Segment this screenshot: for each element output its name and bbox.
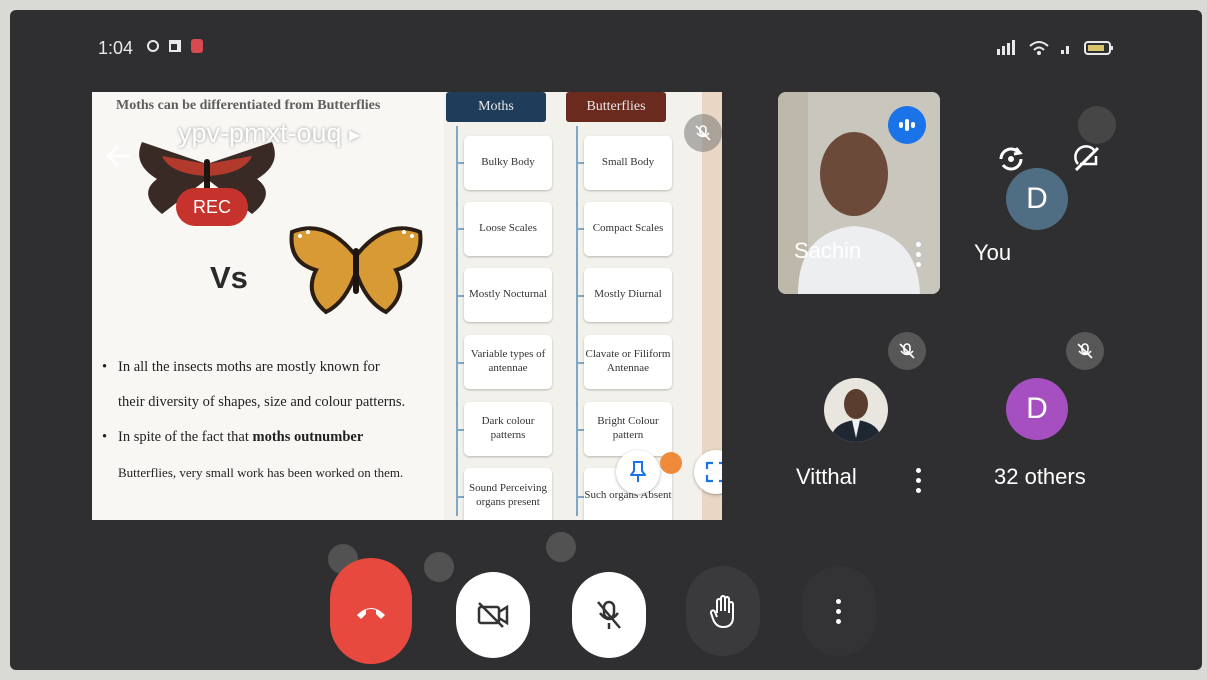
pin-icon <box>630 461 646 482</box>
app-notification-icon <box>191 39 203 53</box>
moths-cell-5: Dark colour patterns <box>464 402 552 456</box>
moths-cell-3: Mostly Nocturnal <box>464 268 552 322</box>
more-vert-icon <box>836 598 842 624</box>
hand-icon <box>709 595 734 629</box>
participant-tile-you[interactable]: D You <box>960 92 1130 294</box>
end-call-button[interactable] <box>330 558 412 664</box>
sync-icon <box>147 40 159 52</box>
more-options-button[interactable] <box>802 566 876 656</box>
vitthal-more-options[interactable] <box>916 468 922 493</box>
moths-cell-1: Bulky Body <box>464 136 552 190</box>
you-avatar: D <box>1006 168 1068 230</box>
sachin-more-options[interactable] <box>916 242 922 267</box>
mic-off-icon <box>695 125 711 141</box>
switch-camera-icon[interactable] <box>994 142 1028 176</box>
status-icons-right <box>996 40 1114 56</box>
audio-level-icon <box>899 119 915 131</box>
others-muted-indicator <box>1066 332 1104 370</box>
status-time: 1:04 <box>98 38 134 58</box>
butterflies-cell-5: Bright Colour pattern <box>584 402 672 456</box>
vitthal-avatar <box>824 378 888 442</box>
presenter-muted-indicator <box>684 114 722 152</box>
participant-name-sachin: Sachin <box>794 238 862 263</box>
signal-icon <box>997 40 1015 55</box>
recording-badge: REC <box>176 188 248 226</box>
speaking-indicator <box>888 106 926 144</box>
butterflies-header: Butterflies <box>566 92 666 122</box>
butterfly-image <box>289 226 423 315</box>
vs-label: Vs <box>210 260 248 295</box>
presentation-view[interactable]: Moths can be differentiated from Butterf… <box>92 92 722 520</box>
moths-cell-6: Sound Perceiving organs present <box>464 468 552 520</box>
mic-off-icon <box>899 343 915 359</box>
participant-name-you: You <box>974 240 1012 265</box>
vitthal-muted-indicator <box>888 332 926 370</box>
pin-button[interactable] <box>616 450 660 494</box>
participant-tile-others[interactable]: D 32 others <box>960 330 1130 510</box>
bullet-2-line-1: In spite of the fact that moths outnumbe… <box>100 420 445 455</box>
butterflies-cell-4: Clavate or Filiform Antennae <box>584 335 672 389</box>
battery-icon <box>1084 41 1113 55</box>
camera-off-icon <box>477 602 509 628</box>
participant-name-vitthal: Vitthal <box>796 464 857 489</box>
status-icons-left <box>146 38 204 54</box>
hang-up-icon <box>357 608 385 619</box>
ghost-dot <box>546 532 576 562</box>
butterflies-cell-3: Mostly Diurnal <box>584 268 672 322</box>
wifi-signal-icon <box>1029 41 1049 55</box>
slide-left-panel: Moths can be differentiated from Butterf… <box>92 92 444 520</box>
cell-signal-icon <box>1061 46 1069 54</box>
phone-screen: 1:04 Moths can be differentiated from Bu… <box>10 10 1202 670</box>
orange-dot <box>660 452 682 474</box>
moths-cell-4: Variable types of antennae <box>464 335 552 389</box>
gallery-icon <box>169 40 181 52</box>
status-bar: 1:04 <box>10 10 1202 80</box>
mic-off-icon <box>1077 343 1093 359</box>
chevron-right-icon: ▶ <box>349 126 360 143</box>
mic-toggle-button[interactable] <box>572 572 646 658</box>
butterflies-cell-1: Small Body <box>584 136 672 190</box>
raise-hand-button[interactable] <box>686 566 760 656</box>
others-avatar: D <box>1006 378 1068 440</box>
fullscreen-button[interactable] <box>694 450 722 494</box>
ghost-dot <box>424 552 454 582</box>
slide-bullets: In all the insects moths are mostly know… <box>100 350 445 490</box>
mic-off-icon <box>597 600 621 629</box>
comparison-table: Moths Butterflies Bulky Body Small Body … <box>444 92 722 520</box>
participant-tile-sachin[interactable]: Sachin <box>778 92 940 294</box>
mic-off-icon <box>1074 145 1100 172</box>
butterflies-cell-2: Compact Scales <box>584 202 672 256</box>
meeting-code[interactable]: ypv-pmxt-ouq ▶ <box>178 118 360 149</box>
back-arrow-icon[interactable] <box>102 140 134 172</box>
bullet-1-line-1: In all the insects moths are mostly know… <box>100 350 445 385</box>
participant-name-others: 32 others <box>994 464 1086 489</box>
bullet-2-line-2: Butterflies, very small work has been wo… <box>118 465 404 480</box>
bullet-1-line-2: their diversity of shapes, size and colo… <box>118 394 406 410</box>
fullscreen-icon <box>705 461 722 483</box>
slide-title: Moths can be differentiated from Butterf… <box>116 98 381 113</box>
moths-header: Moths <box>446 92 546 122</box>
participant-tile-vitthal[interactable]: Vitthal <box>778 330 948 510</box>
moths-cell-2: Loose Scales <box>464 202 552 256</box>
camera-toggle-button[interactable] <box>456 572 530 658</box>
you-muted-indicator <box>1078 106 1116 144</box>
